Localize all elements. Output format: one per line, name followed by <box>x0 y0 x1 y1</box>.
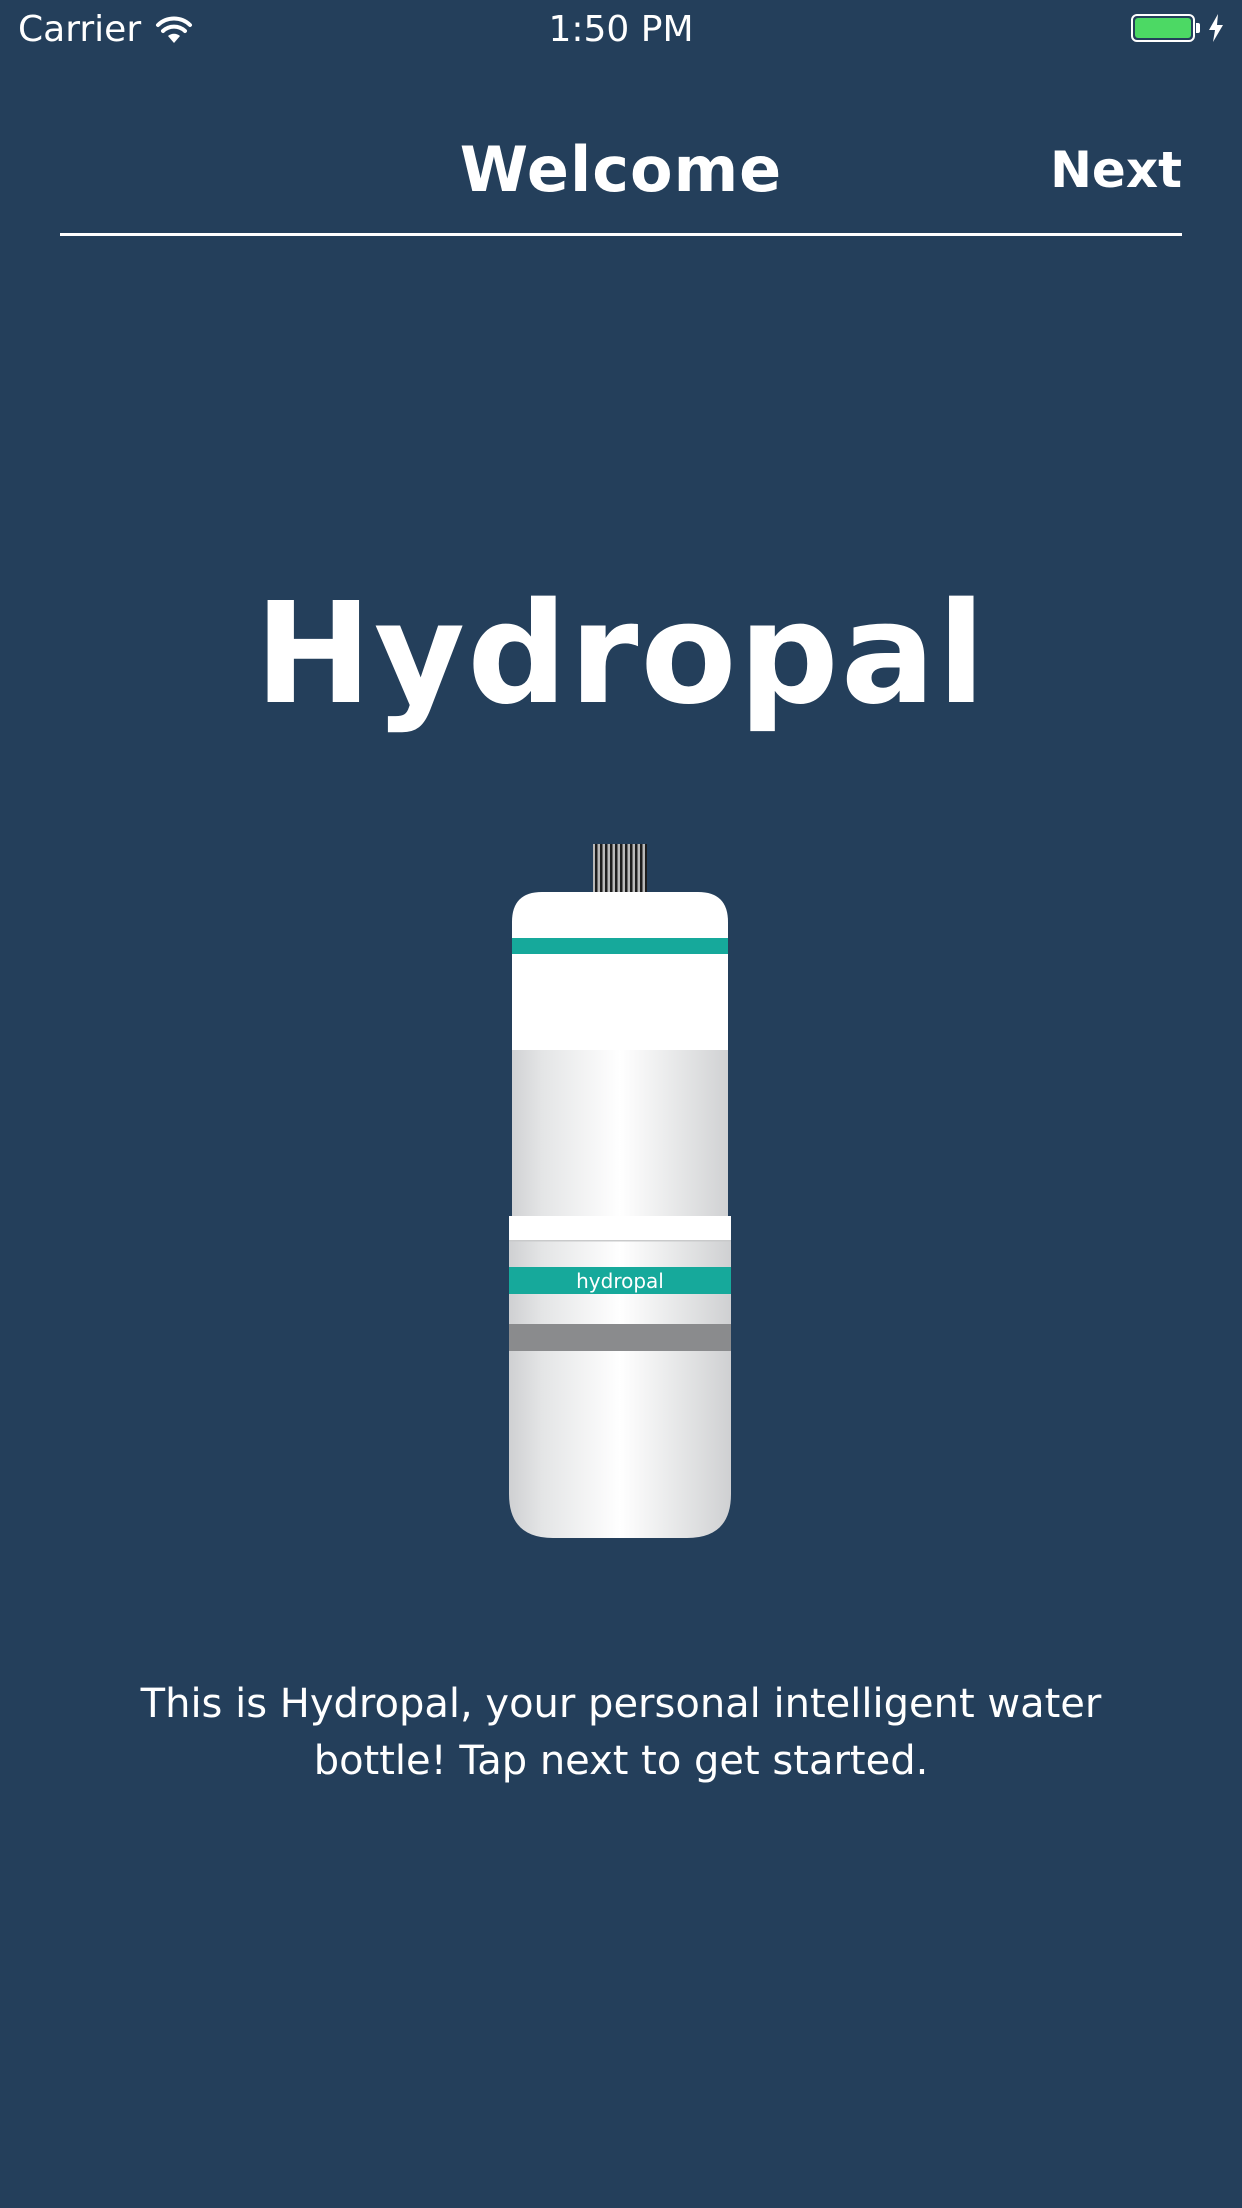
battery-level <box>1135 18 1191 38</box>
cap-teal-band <box>512 938 728 954</box>
nav-divider <box>60 233 1182 236</box>
status-time: 1:50 PM <box>548 9 694 50</box>
body-gray-band <box>509 1324 731 1351</box>
app-name-heading: Hydropal <box>254 573 988 736</box>
battery-cap <box>1196 23 1200 33</box>
body-white-band <box>509 1216 731 1240</box>
bottle-nozzle <box>593 844 647 892</box>
bottle-label-text: hydropal <box>576 1269 664 1293</box>
next-button[interactable]: Next <box>1050 134 1182 206</box>
bottle-cap <box>512 892 728 1050</box>
water-bottle-illustration: hydropal <box>509 844 731 1538</box>
battery-indicator <box>1131 14 1224 42</box>
status-bar: Carrier 1:50 PM <box>0 0 1242 60</box>
welcome-description: This is Hydropal, your personal intellig… <box>140 1681 1102 1784</box>
charging-bolt-icon <box>1209 14 1223 42</box>
battery-icon <box>1131 14 1195 42</box>
